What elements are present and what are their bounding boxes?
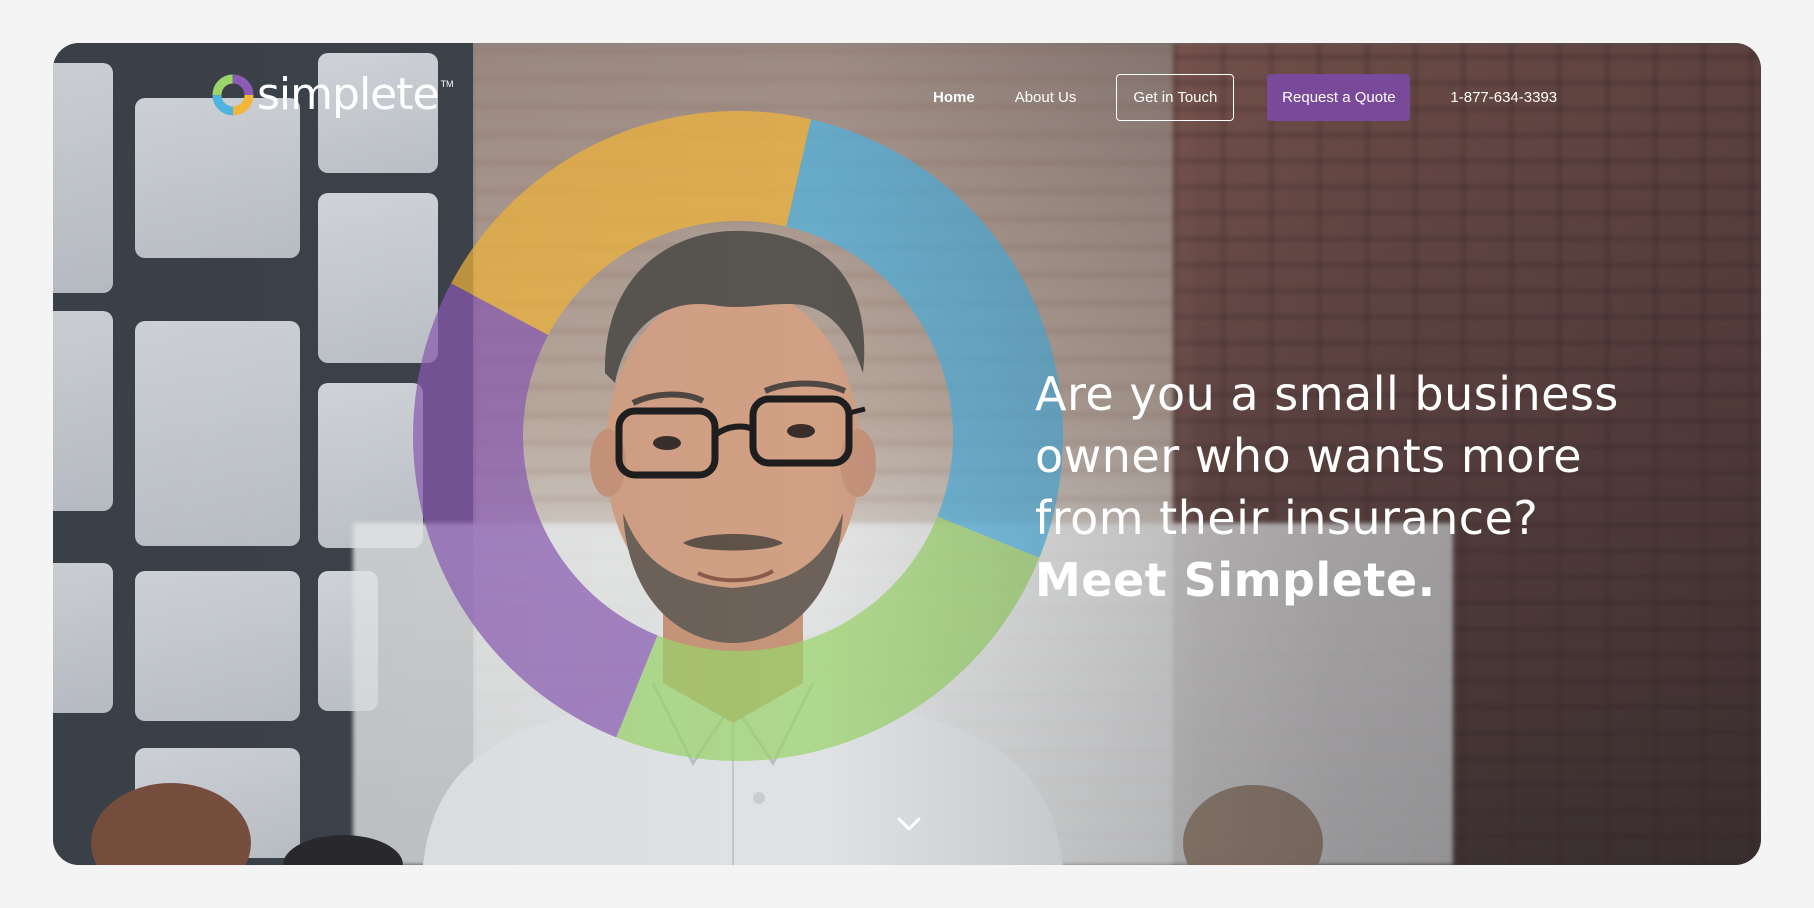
get-in-touch-button[interactable]: Get in Touch <box>1116 73 1235 121</box>
logo-wordmark: simplete <box>257 69 440 120</box>
headline-line-3: from their insurance? <box>1035 491 1539 545</box>
simplete-logo[interactable]: simplete TM <box>211 73 454 117</box>
nav-about-link[interactable]: About Us <box>1015 89 1077 106</box>
headline-line-1: Are you a small business <box>1035 367 1619 421</box>
headline-line-2: owner who wants more <box>1035 429 1583 483</box>
hero-headline: Are you a small business owner who wants… <box>1035 363 1655 611</box>
phone-number-link[interactable]: 1-877-634-3393 <box>1450 89 1557 106</box>
hero-section: simplete TM Home About Us Get in Touch R… <box>53 43 1761 865</box>
simplete-logo-icon <box>212 74 254 116</box>
nav-home-link[interactable]: Home <box>933 89 975 106</box>
request-quote-button[interactable]: Request a Quote <box>1267 73 1411 121</box>
chevron-down-icon[interactable] <box>895 815 923 833</box>
page-frame: simplete TM Home About Us Get in Touch R… <box>0 0 1814 908</box>
trademark-mark: TM <box>440 79 454 89</box>
main-nav: Home About Us Get in Touch Request a Quo… <box>933 73 1557 121</box>
headline-emphasis: Meet Simplete. <box>1035 553 1436 607</box>
